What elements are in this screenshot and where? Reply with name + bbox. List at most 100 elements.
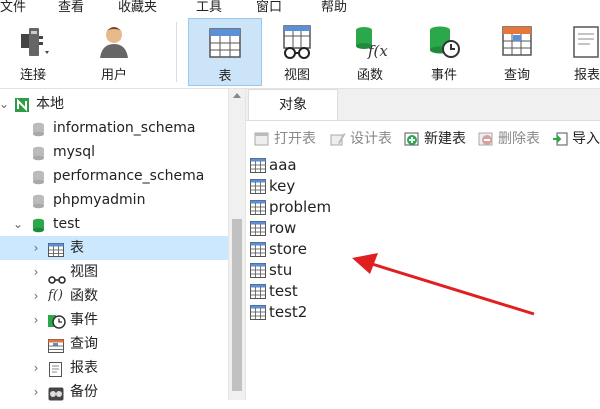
menu-tools[interactable]: 工具	[196, 0, 222, 15]
table-name: row	[269, 219, 297, 237]
table-icon	[250, 158, 266, 179]
tree-label: 本地	[36, 96, 64, 112]
scrollbar-thumb[interactable]	[232, 219, 242, 391]
tree-node-functions[interactable]: › f() 函数	[0, 284, 228, 308]
tree-label: 表	[70, 240, 84, 256]
tree-node-tables[interactable]: › 表	[0, 236, 228, 260]
object-pane: 对象 打开表 设计表 新建表 删除表 导入 aaa key problem ro…	[246, 89, 600, 400]
tree-node-test[interactable]: ⌄ test	[0, 212, 228, 236]
tree-label: 函数	[70, 288, 98, 304]
menu-bar: 文件 查看 收藏夹 工具 窗口 帮助	[0, 0, 600, 16]
tree-node-information-schema[interactable]: information_schema	[0, 116, 228, 140]
query-label: 查询	[503, 68, 530, 83]
table-icon	[250, 305, 266, 326]
scroll-up-arrow-icon[interactable]	[233, 93, 241, 98]
tree-label: information_schema	[53, 120, 196, 136]
tree-label: 备份	[70, 384, 98, 400]
report-label: 报表	[574, 68, 600, 83]
import-button[interactable]: 导入	[552, 129, 600, 149]
event-icon	[426, 24, 462, 64]
report-icon	[568, 24, 600, 64]
event-button[interactable]: 事件	[408, 18, 480, 86]
tree-node-phpmyadmin[interactable]: phpmyadmin	[0, 188, 228, 212]
view-button[interactable]: 视图	[262, 18, 332, 86]
menu-window[interactable]: 窗口	[256, 0, 282, 15]
toolbar-separator	[176, 22, 177, 82]
design-table-label: 设计表	[350, 131, 392, 147]
new-table-icon	[404, 131, 420, 153]
tree-label: test	[53, 216, 80, 232]
plug-icon	[15, 24, 51, 64]
table-icon	[250, 221, 266, 242]
function-button[interactable]: f(x) 函数	[334, 18, 406, 86]
import-label: 导入	[572, 131, 600, 147]
user-icon	[96, 24, 132, 64]
tree-label: performance_schema	[53, 168, 205, 184]
sidebar-scrollbar[interactable]	[228, 89, 246, 400]
tree-node-local[interactable]: ⌄ 本地	[0, 92, 228, 116]
table-icon	[207, 25, 243, 65]
chevron-down-icon[interactable]: ⌄	[0, 92, 10, 116]
connect-label: 连接	[19, 68, 46, 83]
table-label: 表	[218, 69, 232, 84]
function-icon: f(x)	[352, 24, 394, 64]
view-icon	[279, 24, 315, 64]
delete-table-label: 删除表	[498, 131, 540, 147]
table-name: stu	[269, 261, 293, 279]
user-button[interactable]: 用户	[82, 18, 146, 86]
delete-table-icon	[478, 131, 494, 153]
open-table-button[interactable]: 打开表	[254, 129, 326, 149]
tree-node-backups[interactable]: › 备份	[0, 380, 228, 404]
report-button[interactable]: 报表	[556, 18, 600, 86]
table-name: store	[269, 240, 307, 258]
user-label: 用户	[100, 68, 127, 83]
chevron-right-icon[interactable]: ›	[30, 356, 42, 380]
tree-label: 事件	[70, 312, 98, 328]
tree-node-performance-schema[interactable]: performance_schema	[0, 164, 228, 188]
tab-objects[interactable]: 对象	[248, 89, 338, 120]
tree-node-events[interactable]: › 事件	[0, 308, 228, 332]
menu-help[interactable]: 帮助	[321, 0, 347, 15]
svg-text:f(x): f(x)	[367, 42, 388, 60]
tree-node-reports[interactable]: › 报表	[0, 356, 228, 380]
chevron-down-icon[interactable]: ⌄	[12, 212, 24, 236]
delete-table-button[interactable]: 删除表	[478, 129, 550, 149]
menu-favorites[interactable]: 收藏夹	[118, 0, 157, 15]
design-table-button[interactable]: 设计表	[330, 129, 402, 149]
tree-label: 视图	[70, 264, 98, 280]
tree-node-mysql[interactable]: mysql	[0, 140, 228, 164]
table-icon	[250, 179, 266, 200]
object-toolbar: 打开表 设计表 新建表 删除表 导入	[246, 127, 600, 151]
table-button[interactable]: 表	[188, 18, 262, 86]
table-icon	[250, 263, 266, 284]
new-table-button[interactable]: 新建表	[404, 129, 476, 149]
backup-icon	[48, 385, 64, 409]
function-label: 函数	[356, 68, 383, 83]
connection-tree: ⌄ 本地 information_schema mysql performanc…	[0, 89, 228, 401]
tree-node-queries[interactable]: 查询	[0, 332, 228, 356]
design-table-icon	[330, 131, 346, 153]
chevron-right-icon[interactable]: ›	[30, 284, 42, 308]
svg-text:f(): f()	[48, 288, 63, 302]
tree-label: mysql	[53, 144, 95, 160]
chevron-right-icon[interactable]: ›	[30, 380, 42, 404]
table-icon	[250, 242, 266, 263]
table-name: test	[269, 282, 298, 300]
view-label: 视图	[283, 68, 310, 83]
chevron-right-icon[interactable]: ›	[30, 236, 42, 260]
table-name: aaa	[269, 156, 297, 174]
menu-view[interactable]: 查看	[58, 0, 84, 15]
chevron-right-icon[interactable]: ›	[30, 308, 42, 332]
menu-file[interactable]: 文件	[0, 0, 26, 15]
connect-button[interactable]: 连接	[2, 18, 72, 86]
table-icon	[250, 284, 266, 305]
table-name: test2	[269, 303, 308, 321]
tree-label: 查询	[70, 336, 98, 352]
table-name: problem	[269, 198, 332, 216]
tree-node-views[interactable]: › 视图	[0, 260, 228, 284]
query-button[interactable]: 查询	[482, 18, 552, 86]
chevron-right-icon[interactable]: ›	[30, 260, 42, 284]
table-name: key	[269, 177, 296, 195]
table-icon	[250, 200, 266, 221]
tab-bar: 对象	[246, 89, 600, 121]
